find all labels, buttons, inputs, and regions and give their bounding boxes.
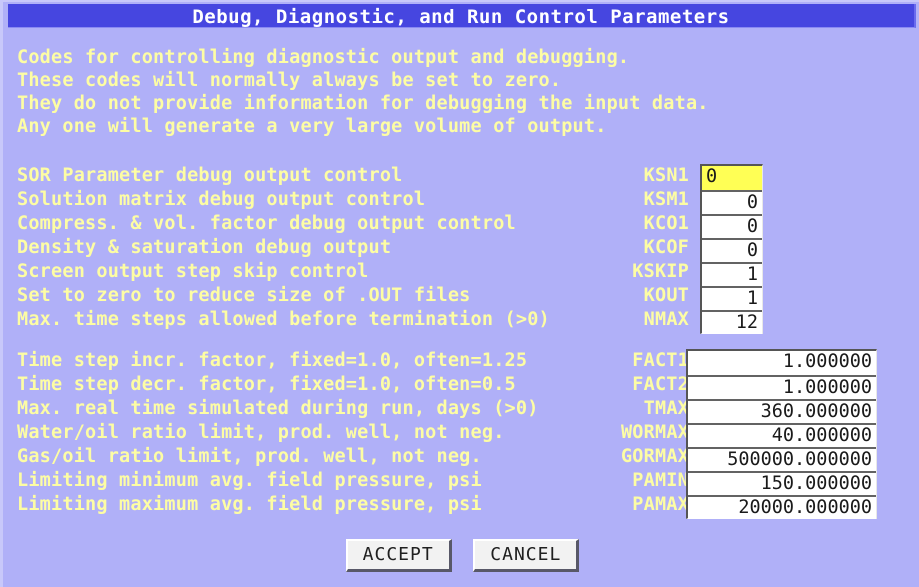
parameter-description: Time step decr. factor, fixed=1.0, often… bbox=[17, 374, 516, 395]
parameter-description: SOR Parameter debug output control bbox=[17, 165, 403, 186]
parameter-code: KCO1 bbox=[643, 213, 689, 234]
intro-line: Any one will generate a very large volum… bbox=[17, 116, 607, 137]
parameter-row: Solution matrix debug output control KSM… bbox=[17, 188, 689, 212]
parameter-row: Screen output step skip control KSKIP bbox=[17, 260, 689, 284]
parameter-description: Max. real time simulated during run, day… bbox=[17, 398, 539, 419]
parameter-description: Compress. & vol. factor debug output con… bbox=[17, 213, 516, 234]
dialog-window: Debug, Diagnostic, and Run Control Param… bbox=[0, 0, 919, 587]
field-fact1[interactable]: 1.000000 bbox=[688, 351, 876, 375]
intro-line: They do not provide information for debu… bbox=[17, 93, 709, 114]
parameter-description: Screen output step skip control bbox=[17, 261, 369, 282]
parameter-row: Limiting maximum avg. field pressure, ps… bbox=[17, 493, 689, 517]
parameter-row: Density & saturation debug output KCOF bbox=[17, 236, 689, 260]
parameter-code: KCOF bbox=[643, 237, 689, 258]
cancel-button[interactable]: CANCEL bbox=[473, 539, 580, 572]
parameter-row: Max. real time simulated during run, day… bbox=[17, 397, 689, 421]
parameter-label-column-2: Time step incr. factor, fixed=1.0, often… bbox=[17, 349, 689, 517]
field-wormax[interactable]: 40.000000 bbox=[688, 423, 876, 447]
window-title: Debug, Diagnostic, and Run Control Param… bbox=[192, 6, 730, 28]
field-kskip[interactable]: 1 bbox=[702, 262, 762, 286]
field-nmax[interactable]: 12 bbox=[702, 310, 762, 334]
parameter-field-group-1: 0 0 0 0 1 1 12 bbox=[700, 164, 763, 334]
intro-line: These codes will normally always be set … bbox=[17, 70, 562, 91]
parameter-description: Gas/oil ratio limit, prod. well, not neg… bbox=[17, 446, 482, 467]
parameter-row: Compress. & vol. factor debug output con… bbox=[17, 212, 689, 236]
field-kco1[interactable]: 0 bbox=[702, 214, 762, 238]
parameter-row: Gas/oil ratio limit, prod. well, not neg… bbox=[17, 445, 689, 469]
title-bar: Debug, Diagnostic, and Run Control Param… bbox=[8, 4, 916, 28]
field-kcof[interactable]: 0 bbox=[702, 238, 762, 262]
field-fact2[interactable]: 1.000000 bbox=[688, 375, 876, 399]
field-tmax[interactable]: 360.000000 bbox=[688, 399, 876, 423]
parameter-field-group-2: 1.000000 1.000000 360.000000 40.000000 5… bbox=[686, 349, 877, 519]
parameter-row: Water/oil ratio limit, prod. well, not n… bbox=[17, 421, 689, 445]
parameter-row: Time step decr. factor, fixed=1.0, often… bbox=[17, 373, 689, 397]
parameter-row: Set to zero to reduce size of .OUT files… bbox=[17, 284, 689, 308]
parameter-code: WORMAX bbox=[620, 422, 689, 443]
parameter-description: Set to zero to reduce size of .OUT files bbox=[17, 285, 471, 306]
parameter-code: PAMIN bbox=[632, 470, 689, 491]
parameter-code: GORMAX bbox=[620, 446, 689, 467]
parameter-description: Time step incr. factor, fixed=1.0, often… bbox=[17, 350, 528, 371]
intro-text: Codes for controlling diagnostic output … bbox=[17, 46, 897, 138]
field-ksm1[interactable]: 0 bbox=[702, 190, 762, 214]
intro-line: Codes for controlling diagnostic output … bbox=[17, 47, 630, 68]
parameter-code: PAMAX bbox=[632, 494, 689, 515]
button-bar: ACCEPT CANCEL bbox=[3, 539, 919, 572]
parameter-description: Density & saturation debug output bbox=[17, 237, 392, 258]
parameter-code: KSN1 bbox=[643, 165, 689, 186]
parameter-row: Max. time steps allowed before terminati… bbox=[17, 308, 689, 332]
field-ksn1[interactable]: 0 bbox=[702, 166, 762, 190]
parameter-description: Max. time steps allowed before terminati… bbox=[17, 309, 550, 330]
parameter-description: Solution matrix debug output control bbox=[17, 189, 426, 210]
parameter-description: Water/oil ratio limit, prod. well, not n… bbox=[17, 422, 505, 443]
parameter-label-column-1: SOR Parameter debug output control KSN1 … bbox=[17, 164, 689, 332]
parameter-code: FACT1 bbox=[632, 350, 689, 371]
parameter-code: NMAX bbox=[643, 309, 689, 330]
field-gormax[interactable]: 500000.000000 bbox=[688, 447, 876, 471]
parameter-code: TMAX bbox=[643, 398, 689, 419]
parameter-row: Time step incr. factor, fixed=1.0, often… bbox=[17, 349, 689, 373]
parameter-row: SOR Parameter debug output control KSN1 bbox=[17, 164, 689, 188]
parameter-code: KSM1 bbox=[643, 189, 689, 210]
parameter-code: KSKIP bbox=[632, 261, 689, 282]
accept-button[interactable]: ACCEPT bbox=[345, 539, 452, 572]
parameter-description: Limiting maximum avg. field pressure, ps… bbox=[17, 494, 482, 515]
parameter-code: KOUT bbox=[643, 285, 689, 306]
parameter-code: FACT2 bbox=[632, 374, 689, 395]
parameter-description: Limiting minimum avg. field pressure, ps… bbox=[17, 470, 482, 491]
field-pamin[interactable]: 150.000000 bbox=[688, 471, 876, 495]
parameter-row: Limiting minimum avg. field pressure, ps… bbox=[17, 469, 689, 493]
field-pamax[interactable]: 20000.000000 bbox=[688, 495, 876, 519]
field-kout[interactable]: 1 bbox=[702, 286, 762, 310]
